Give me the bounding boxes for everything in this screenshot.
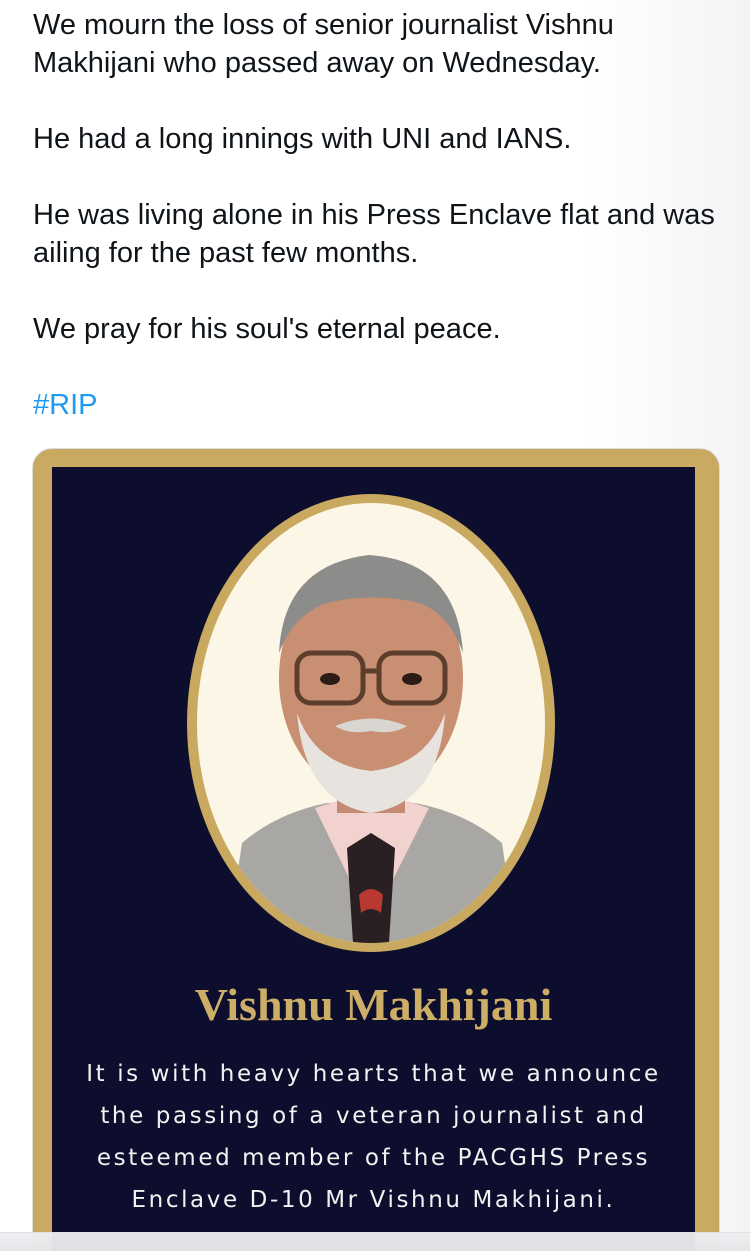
- tweet-media-image[interactable]: Vishnu Makhijani It is with heavy hearts…: [32, 448, 720, 1251]
- announcement-line-2: the passing of a veteran journalist and: [100, 1103, 647, 1129]
- portrait-frame: [187, 494, 555, 952]
- hashtag-link[interactable]: #RIP: [33, 386, 733, 424]
- tweet-paragraph-4: We pray for his soul's eternal peace.: [33, 313, 501, 345]
- obituary-poster: Vishnu Makhijani It is with heavy hearts…: [33, 449, 719, 1251]
- announcement-line-4: Enclave D-10 Mr Vishnu Makhijani.: [131, 1187, 616, 1213]
- poster-panel: Vishnu Makhijani It is with heavy hearts…: [52, 467, 695, 1251]
- tweet-detail-screen: We mourn the loss of senior journalist V…: [0, 0, 750, 1251]
- tweet-paragraph-3: He was living alone in his Press Enclave…: [33, 199, 715, 269]
- tweet-paragraph-1: We mourn the loss of senior journalist V…: [33, 9, 614, 79]
- announcement-line-1: It is with heavy hearts that we announce: [86, 1061, 661, 1087]
- tweet-paragraph-2: He had a long innings with UNI and IANS.: [33, 123, 572, 155]
- announcement-text: It is with heavy hearts that we announce…: [52, 1053, 695, 1221]
- deceased-name: Vishnu Makhijani: [194, 979, 553, 1030]
- portrait-photo: [197, 503, 545, 943]
- tweet-text: We mourn the loss of senior journalist V…: [33, 6, 733, 424]
- announcement-line-3: esteemed member of the PACGHS Press: [96, 1145, 651, 1171]
- bottom-toolbar-edge: [0, 1232, 750, 1251]
